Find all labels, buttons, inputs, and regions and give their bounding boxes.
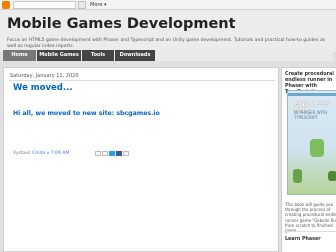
sidebar-divider [284,231,336,232]
blogger-navbar: More ▾ [0,0,336,10]
blog-header: Mobile Games Development Focus on HTML5 … [0,10,336,53]
tab-downloads[interactable]: Downloads [115,50,155,61]
cactus-icon [293,169,302,183]
tab-home[interactable]: Home [3,50,36,61]
post-footer: Vystavil Cmdo v 7:09 AM [13,151,69,156]
twitter-share-icon[interactable] [109,151,115,156]
blog-description: Focus on HTML5 game development with Pha… [7,38,326,49]
post-title[interactable]: We moved... [13,83,73,93]
blog-this-icon[interactable] [102,151,108,156]
post-footer-prefix: Vystavil [13,151,31,156]
tab-mobile-games[interactable]: Mobile Games [37,50,81,61]
goblin-character-icon [310,139,324,157]
post-footer-at: v [46,151,50,156]
post-body: Hi all, we moved to new site: sbcgames.i… [13,110,160,117]
blog-title[interactable]: Mobile Games Development [7,16,236,32]
pinterest-share-icon[interactable] [123,151,129,156]
navbar-search-button[interactable] [78,1,86,9]
navbar-more-menu[interactable]: More ▾ [90,0,107,10]
tab-tools[interactable]: Tools [82,50,114,61]
post-body-text: Hi all, we moved to new site: [13,110,117,117]
sidebar-widget-text: This book will guide you through the pro… [285,202,336,233]
blogger-logo-icon[interactable] [2,1,10,9]
cactus-icon [328,171,336,181]
date-divider [9,80,275,81]
post-body-link[interactable]: sbcgames.io [116,110,159,117]
facebook-share-icon[interactable] [116,151,122,156]
post-date: Saturday, January 11, 2020 [10,73,79,79]
book-band [288,93,336,96]
book-cover-subtitle: IN PHASER WITH TYPESCRIPT [294,110,328,120]
sidebar-widget-title-2: Learn Phaser [285,237,321,242]
email-share-icon[interactable] [95,151,101,156]
main-column: Saturday, January 11, 2020 We moved... H… [3,67,279,252]
navbar-search-input[interactable] [13,1,76,9]
book-cover-image[interactable]: ENDLESS RUN IN PHASER WITH TYPESCRIPT [287,90,336,195]
share-buttons [95,151,130,156]
page-tabs: Home Mobile Games Tools Downloads [3,50,156,61]
sidebar: Create procedural endless runner in Phas… [281,67,336,252]
post-author-link[interactable]: Cmdo [32,151,45,156]
post-time-link[interactable]: 7:09 AM [51,151,70,156]
